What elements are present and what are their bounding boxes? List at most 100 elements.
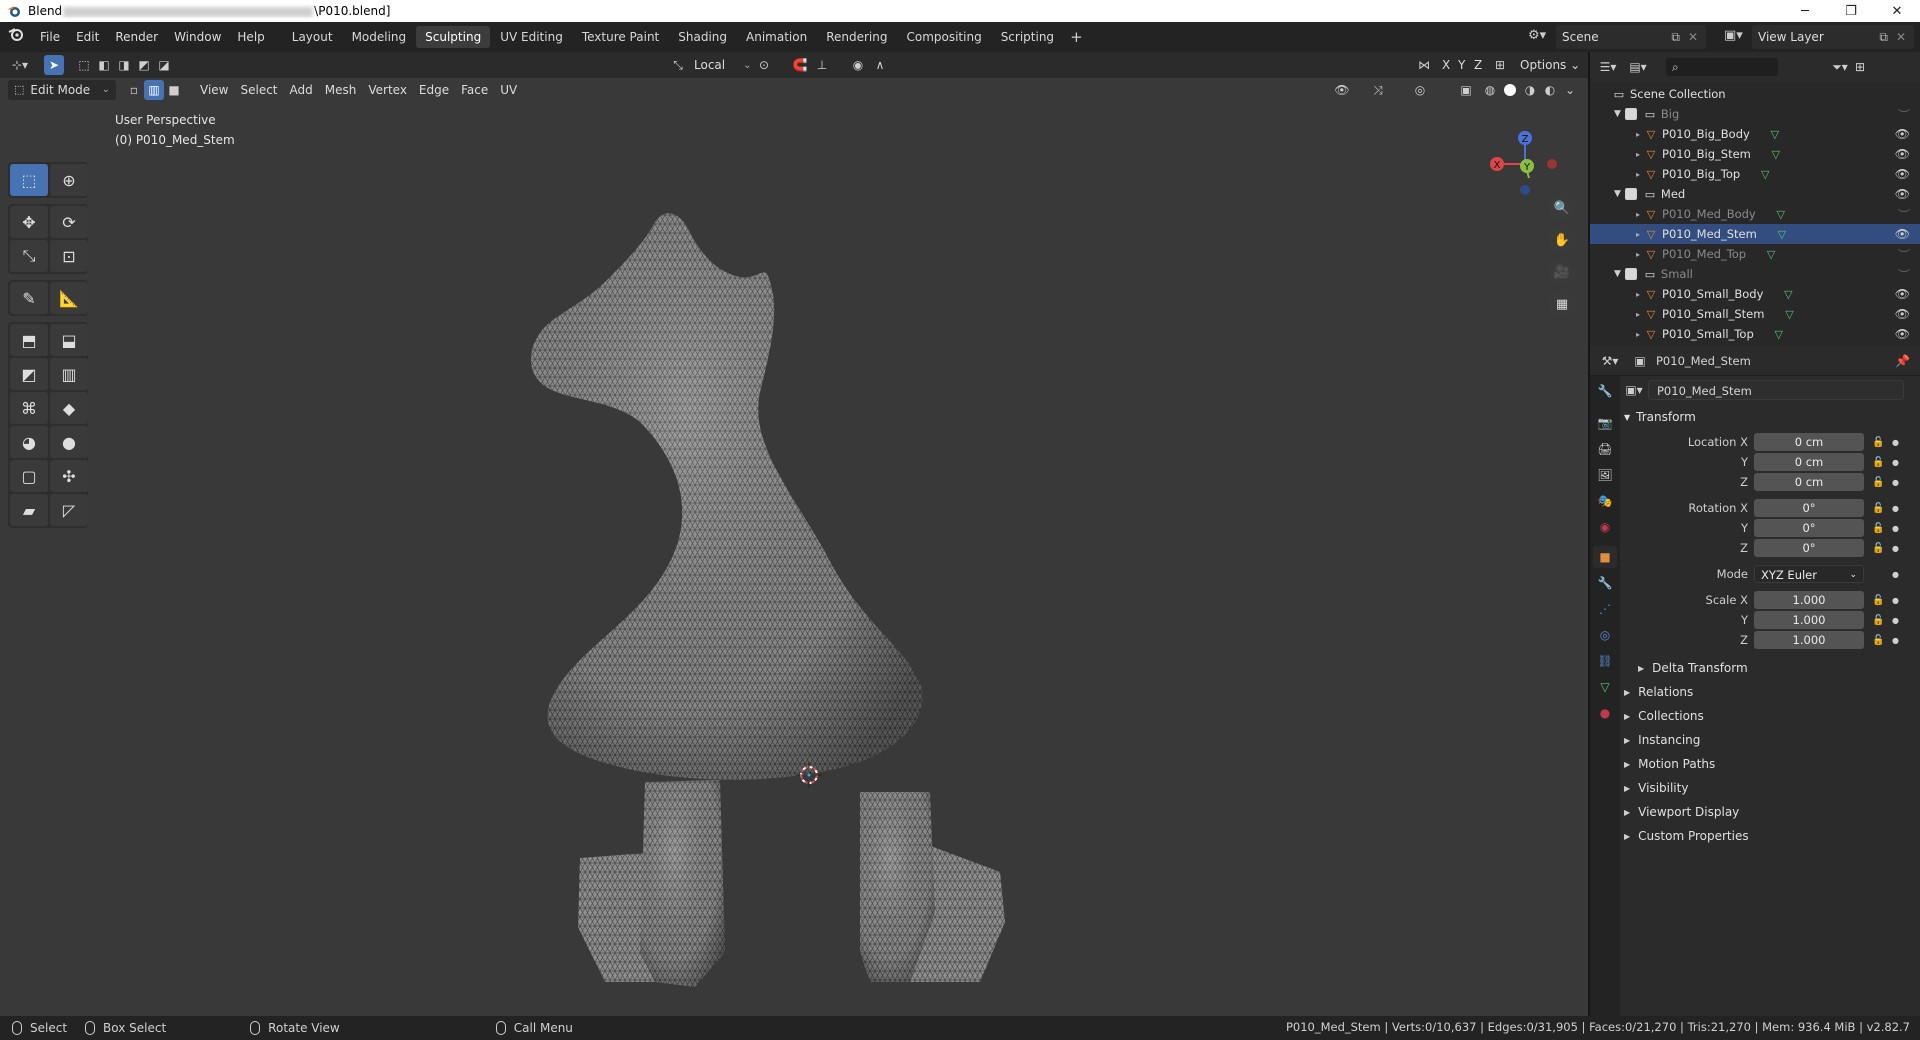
add-workspace-button[interactable]: + (1064, 28, 1089, 46)
select-extend-icon[interactable]: ◧ (94, 55, 114, 75)
eye-icon[interactable]: 👁 (1895, 187, 1910, 201)
mesh-object-p010-med-stem[interactable] (440, 152, 1100, 1012)
lock-icon[interactable]: 🔓 (1872, 437, 1886, 448)
tab-rendering[interactable]: Rendering (817, 26, 896, 48)
lock-icon[interactable]: 🔓 (1872, 615, 1886, 626)
mesh-data-icon[interactable]: ▽ (1772, 327, 1786, 341)
blender-menu-icon[interactable] (0, 22, 32, 52)
gizmo-neg-z-axis[interactable] (1520, 185, 1530, 195)
mesh-data-icon[interactable]: ▽ (1774, 207, 1788, 221)
chevron-right-icon[interactable]: ▸ (1636, 250, 1640, 259)
mesh-data-icon[interactable]: ▽ (1782, 307, 1796, 321)
chevron-down-icon[interactable]: ▼ (1614, 269, 1621, 279)
tab-layout[interactable]: Layout (283, 26, 342, 48)
tab-shading[interactable]: Shading (669, 26, 736, 48)
tab-animation[interactable]: Animation (737, 26, 816, 48)
panel-relations[interactable]: ▶ Relations (1624, 680, 1916, 704)
chevron-down-icon[interactable]: ▼ (1614, 109, 1621, 119)
mesh-data-icon[interactable]: ▽ (1768, 127, 1782, 141)
falloff-icon[interactable]: ∧ (870, 55, 890, 75)
modifier-tab-icon[interactable]: 🔧 (1593, 572, 1617, 594)
checkbox-icon[interactable] (1624, 188, 1637, 200)
copy-view-layer-icon[interactable]: ⧉ (1879, 30, 1888, 45)
scene-tab-icon[interactable]: 🎭 (1593, 490, 1617, 512)
panel-instancing[interactable]: ▶ Instancing (1624, 728, 1916, 752)
chevron-right-icon[interactable]: ▸ (1636, 310, 1640, 319)
lock-icon[interactable]: 🔓 (1872, 595, 1886, 606)
chevron-right-icon[interactable]: ▸ (1636, 330, 1640, 339)
outliner-object-row[interactable]: ▸ ▽ P010_Med_Top ▽ ︶ (1590, 244, 1920, 264)
lock-icon[interactable]: 🔓 (1872, 635, 1886, 646)
close-button[interactable]: ✕ (1874, 0, 1920, 22)
rotation-mode-dropdown[interactable]: XYZ Euler ⌄ (1754, 565, 1864, 583)
view-layer-icon[interactable]: ▣▾ (1724, 28, 1743, 43)
rotation-x-field[interactable]: 0° (1754, 499, 1864, 517)
overlay-toggle-icon[interactable]: ◎ (1410, 80, 1430, 100)
cursor-tool[interactable]: ⊕ (50, 164, 88, 196)
menu-select[interactable]: Select (234, 80, 283, 100)
remove-view-layer-icon[interactable]: ✕ (1896, 30, 1906, 44)
vertex-select-icon[interactable]: ▫ (124, 80, 144, 100)
mesh-data-icon[interactable]: ▽ (1764, 247, 1778, 261)
mesh-data-icon[interactable]: ▽ (1781, 287, 1795, 301)
lock-icon[interactable]: 🔓 (1872, 477, 1886, 488)
camera-view-icon[interactable]: 🎥 (1548, 258, 1576, 286)
keyframe-dot-icon[interactable]: ● (1892, 544, 1899, 553)
eye-icon[interactable]: 👁 (1895, 227, 1910, 241)
eye-icon[interactable]: ︶ (1898, 266, 1910, 283)
chevron-right-icon[interactable]: ▸ (1636, 150, 1640, 159)
knife-tool[interactable]: ⌘ (10, 392, 48, 424)
keyframe-dot-icon[interactable]: ● (1892, 478, 1899, 487)
menu-mesh[interactable]: Mesh (319, 80, 363, 100)
shrink-fatten-tool[interactable]: ✣ (50, 460, 88, 492)
3d-viewport[interactable]: ⊹▾ ➤ ⬚ ◧ ◨ ◩ ◪ ⤡ Local ⌄ ⊙ 🧲 ⊥ ◉ ∧ ⋈ X Y… (0, 52, 1588, 1016)
constraints-tab-icon[interactable]: ⛓ (1593, 650, 1617, 672)
keyframe-dot-icon[interactable]: ● (1892, 438, 1899, 447)
keyframe-dot-icon[interactable]: ● (1892, 504, 1899, 513)
outliner-object-row[interactable]: ▸ ▽ P010_Big_Stem ▽ 👁 (1590, 144, 1920, 164)
minimize-button[interactable]: ─ (1782, 0, 1828, 22)
options-dropdown[interactable]: Options ⌄ (1514, 55, 1586, 75)
outliner-editor-type-icon[interactable]: ☰▾ (1598, 57, 1618, 77)
edge-slide-tool[interactable]: ▢ (10, 460, 48, 492)
location-x-field[interactable]: 0 cm (1754, 433, 1864, 451)
world-tab-icon[interactable]: ◉ (1593, 516, 1617, 538)
select-intersect-icon[interactable]: ◪ (154, 55, 174, 75)
visibility-icon[interactable]: 👁 (1332, 80, 1352, 100)
keyframe-dot-icon[interactable]: ● (1892, 636, 1899, 645)
proportional-edit-icon[interactable]: ◉ (848, 55, 868, 75)
chevron-right-icon[interactable]: ▸ (1636, 230, 1640, 239)
edge-select-icon[interactable]: ▥ (144, 80, 164, 100)
shear-tool[interactable]: ▰ (10, 494, 48, 526)
chevron-right-icon[interactable]: ▸ (1636, 170, 1640, 179)
mesh-data-icon[interactable]: ▽ (1758, 167, 1772, 181)
eye-icon[interactable]: 👁 (1895, 127, 1910, 141)
scene-collection-row[interactable]: ▭ Scene Collection (1590, 84, 1920, 104)
object-tab-icon[interactable]: ■ (1593, 546, 1617, 568)
face-select-icon[interactable]: ■ (164, 80, 184, 100)
pin-icon[interactable]: 📌 (1895, 354, 1910, 368)
chevron-right-icon[interactable]: ▸ (1636, 130, 1640, 139)
rotation-y-field[interactable]: 0° (1754, 519, 1864, 537)
bevel-tool[interactable]: ◩ (10, 358, 48, 390)
object-datablock-icon[interactable]: ▣▾ (1624, 380, 1644, 400)
tab-modeling[interactable]: Modeling (343, 26, 416, 48)
outliner-object-row[interactable]: ▸ ▽ P010_Med_Body ▽ ︶ (1590, 204, 1920, 224)
chevron-right-icon[interactable]: ▸ (1636, 210, 1640, 219)
keyframe-dot-icon[interactable]: ● (1892, 596, 1899, 605)
eye-icon[interactable]: 👁 (1895, 167, 1910, 181)
panel-visibility[interactable]: ▶ Visibility (1624, 776, 1916, 800)
outliner-object-row[interactable]: ▸ ▽ P010_Big_Top ▽ 👁 (1590, 164, 1920, 184)
view-layer-selector[interactable]: View Layer ⧉ ✕ (1752, 25, 1914, 49)
menu-render[interactable]: Render (107, 22, 166, 52)
outliner-object-row[interactable]: ▸ ▽ P010_Med_Stem ▽ 👁 (1590, 224, 1920, 244)
loop-cut-tool[interactable]: ▥ (50, 358, 88, 390)
menu-edit[interactable]: Edit (68, 22, 107, 52)
location-y-field[interactable]: 0 cm (1754, 453, 1864, 471)
select-box-mode-icon[interactable]: ⬚ (74, 55, 94, 75)
menu-vertex[interactable]: Vertex (362, 80, 413, 100)
transform-tool[interactable]: ⊡ (50, 240, 88, 272)
eye-icon[interactable]: 👁 (1895, 307, 1910, 321)
xray-toggle-icon[interactable]: ▣ (1456, 80, 1476, 100)
select-tool-icon[interactable]: ➤ (44, 55, 64, 75)
